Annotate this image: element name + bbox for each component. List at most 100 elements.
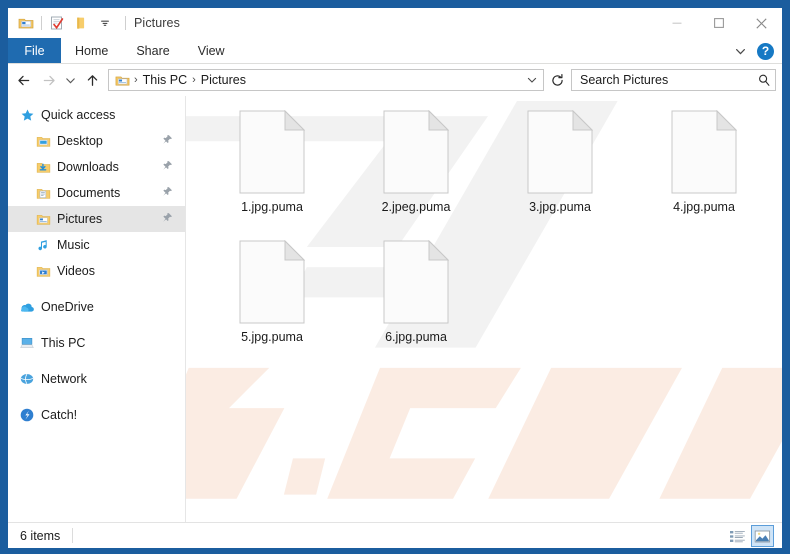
item-count-label: 6 items [20,528,61,543]
search-box[interactable]: Search Pictures [571,69,776,91]
status-bar: 6 items [8,522,782,548]
tab-home[interactable]: Home [61,38,122,63]
folder-videos-icon [34,263,52,279]
tab-share[interactable]: Share [122,38,183,63]
pin-icon[interactable] [162,210,173,228]
blank-document-icon [239,109,306,194]
file-name: 4.jpg.puma [673,200,735,214]
minimize-button[interactable] [656,8,698,38]
file-grid: 1.jpg.puma 2.jpeg.puma 3.jpg.puma 4.jpg.… [186,96,782,370]
breadcrumb-this-pc[interactable]: This PC [140,73,190,87]
file-item[interactable]: 4.jpg.puma [632,109,776,240]
file-item[interactable]: 2.jpeg.puma [344,109,488,240]
catch-app-icon [18,407,36,423]
sidebar-item-label: OneDrive [41,300,94,314]
chevron-down-icon[interactable] [727,38,753,64]
sidebar-item-label: Desktop [57,134,103,148]
search-input[interactable]: Search Pictures [580,73,757,87]
title-separator [125,16,126,30]
file-name: 2.jpeg.puma [381,200,451,214]
sidebar-item-this-pc[interactable]: This PC [8,330,185,356]
quick-access-toolbar: Pictures [8,11,180,35]
network-icon [18,371,36,387]
sidebar-group-quick-access[interactable]: Quick access [8,102,185,128]
sidebar-item-desktop[interactable]: Desktop [8,128,185,154]
sidebar-item-label: Network [41,372,87,386]
pin-icon[interactable] [162,158,173,176]
folder-downloads-icon [34,159,52,175]
file-item[interactable]: 5.jpg.puma [200,239,344,370]
blank-document-icon [527,109,594,194]
blank-document-icon [671,109,738,194]
file-name: 6.jpg.puma [385,330,447,344]
file-item[interactable]: 3.jpg.puma [488,109,632,240]
sidebar-item-pictures[interactable]: Pictures [8,206,185,232]
folder-desktop-icon [34,133,52,149]
explorer-window: Pictures File Home Share View ? › This P… [0,0,790,554]
large-icons-view-button[interactable] [751,525,774,547]
close-button[interactable] [740,8,782,38]
view-toggle-group [726,523,774,548]
folder-documents-icon [34,185,52,201]
sidebar-group-label: Quick access [41,108,116,122]
star-icon [18,107,36,123]
window-title: Pictures [134,16,180,30]
breadcrumb-separator-2[interactable]: › [190,74,198,86]
blank-document-icon [383,109,450,194]
sidebar-item-catch[interactable]: Catch! [8,402,185,428]
tab-view[interactable]: View [184,38,239,63]
sidebar-item-label: Music [57,238,90,252]
sidebar-item-documents[interactable]: Documents [8,180,185,206]
maximize-button[interactable] [698,8,740,38]
explorer-body: Quick access Desktop Downloads Documents… [8,96,782,522]
sidebar-item-downloads[interactable]: Downloads [8,154,185,180]
navigation-pane: Quick access Desktop Downloads Documents… [8,96,186,522]
help-icon[interactable]: ? [757,42,774,60]
file-item[interactable]: 6.jpg.puma [344,239,488,370]
recent-locations-button[interactable] [60,67,80,93]
sidebar-gap-3 [8,356,185,366]
new-folder-icon[interactable] [69,11,93,35]
blank-document-icon [383,239,450,324]
address-bar-row: › This PC › Pictures Search Pictures [8,64,782,96]
details-view-button[interactable] [726,525,749,547]
back-button[interactable] [12,67,36,93]
tab-file[interactable]: File [8,38,61,63]
address-bar[interactable]: › This PC › Pictures [108,69,544,91]
sidebar-item-label: Videos [57,264,95,278]
sidebar-item-onedrive[interactable]: OneDrive [8,294,185,320]
sidebar-gap-2 [8,320,185,330]
file-list-pane[interactable]: 1.jpg.puma 2.jpeg.puma 3.jpg.puma 4.jpg.… [186,96,782,522]
customize-dropdown-icon[interactable] [93,11,117,35]
sidebar-item-label: Catch! [41,408,78,422]
sidebar-gap-1 [8,284,185,294]
sidebar-item-videos[interactable]: Videos [8,258,185,284]
window-controls [656,8,782,38]
ribbon-right-controls: ? [727,38,778,64]
sidebar-item-label: Documents [57,186,121,200]
file-name: 3.jpg.puma [529,200,591,214]
qat-separator-1 [41,16,42,30]
search-icon[interactable] [757,73,771,87]
file-name: 1.jpg.puma [241,200,303,214]
music-note-icon [34,237,52,253]
properties-icon[interactable] [45,11,69,35]
pin-icon[interactable] [162,184,173,202]
address-dropdown-icon[interactable] [523,70,541,90]
breadcrumb-pictures[interactable]: Pictures [198,73,249,87]
sidebar-item-label: Downloads [57,160,119,174]
refresh-icon[interactable] [546,69,568,91]
title-bar: Pictures [8,8,782,38]
onedrive-cloud-icon [18,299,36,315]
pin-icon[interactable] [162,132,173,150]
this-pc-icon [18,335,36,351]
up-button[interactable] [80,67,104,93]
breadcrumb-separator[interactable]: › [132,74,140,86]
sidebar-item-music[interactable]: Music [8,232,185,258]
forward-button[interactable] [36,67,60,93]
explorer-icon[interactable] [14,11,38,35]
sidebar-item-label: This PC [41,336,86,350]
file-item[interactable]: 1.jpg.puma [200,109,344,240]
breadcrumb-root-icon[interactable] [113,73,132,88]
sidebar-item-network[interactable]: Network [8,366,185,392]
